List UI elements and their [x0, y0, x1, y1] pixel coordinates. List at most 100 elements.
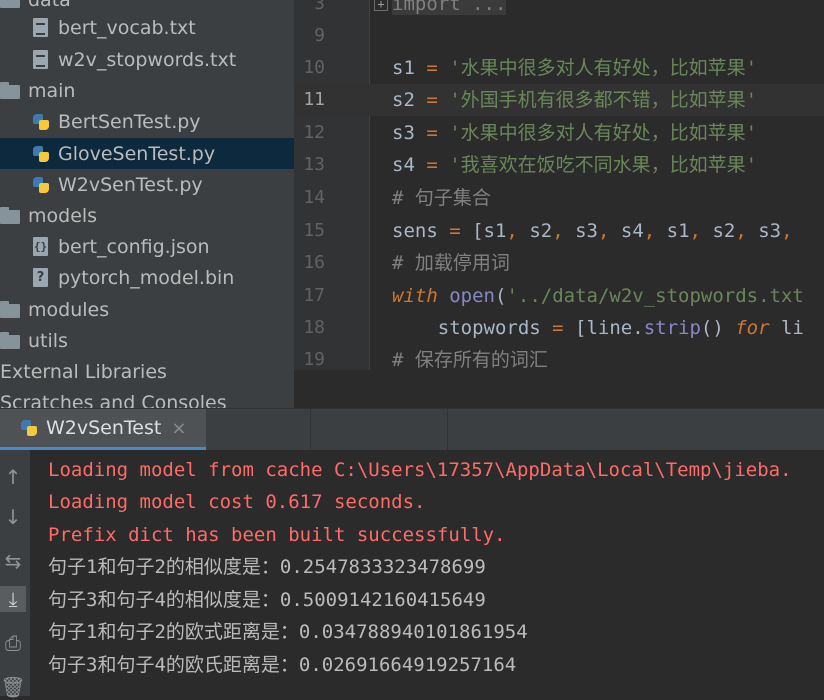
line-number: 16 — [303, 252, 325, 273]
line-number: 17 — [303, 285, 325, 306]
code-line[interactable]: # 加载停用词 — [392, 247, 510, 279]
code-token: with — [392, 285, 438, 307]
code-line[interactable]: s3 = '水果中很多对人有好处，比如苹果' — [392, 117, 757, 149]
text-file-icon — [30, 17, 52, 39]
code-token: = — [449, 220, 461, 242]
tree-item-label: models — [28, 204, 98, 227]
tab-w2vsentest[interactable]: W2vSenTest × — [0, 409, 206, 451]
line-number: 13 — [303, 154, 325, 175]
json-file-icon: {} — [30, 236, 52, 258]
console-line: 句子3和句子4的相似度是：0.5009142160415649 — [48, 589, 486, 611]
code-line[interactable]: # 保存所有的词汇 — [392, 344, 548, 376]
code-token: s3 — [746, 220, 782, 242]
code-token: = — [426, 122, 438, 144]
tree-item[interactable]: {} bert_config.json — [0, 231, 294, 262]
tree-item[interactable]: modules — [0, 294, 294, 325]
scroll-to-end-icon[interactable]: ⤓ — [0, 586, 26, 612]
tree-item[interactable]: GloveSenTest.py — [0, 138, 294, 169]
code-token: stopwords — [392, 317, 553, 339]
tree-item-label: BertSenTest.py — [58, 110, 201, 133]
console-line: Loading model cost 0.617 seconds. — [48, 491, 426, 513]
tree-item[interactable]: utils — [0, 325, 294, 356]
code-token: , — [781, 220, 793, 242]
tree-item[interactable]: External Libraries — [0, 356, 294, 387]
code-token: = — [426, 89, 438, 111]
soft-wrap-icon[interactable]: ⇆ — [0, 548, 26, 574]
code-token: , — [689, 220, 701, 242]
code-token: open — [449, 285, 495, 307]
folder-icon — [0, 80, 22, 102]
code-line[interactable]: with open('../data/w2v_stopwords.txt — [392, 280, 804, 312]
tree-item-label: W2vSenTest.py — [58, 173, 203, 196]
tree-item-label: main — [28, 79, 76, 102]
tree-item[interactable]: models — [0, 200, 294, 231]
editor-empty-area — [294, 370, 824, 408]
code-token: [s1 — [460, 220, 507, 242]
code-line[interactable]: stopwords = [line.strip() for li — [392, 312, 804, 344]
code-token: = — [552, 317, 564, 339]
tree-item-label: bert_config.json — [58, 235, 210, 258]
line-number: 19 — [303, 349, 325, 370]
line-number: 11 — [303, 89, 325, 110]
folder-icon — [0, 330, 22, 352]
code-token: # 加载停用词 — [392, 252, 510, 274]
code-token: = — [426, 154, 438, 176]
code-token: s3 — [392, 122, 427, 144]
code-token: '我喜欢在饭吃不同水果，比如苹果' — [437, 154, 758, 176]
delete-icon[interactable]: 🗑 — [0, 674, 26, 700]
python-file-icon — [30, 143, 52, 165]
code-line[interactable]: s1 = '水果中很多对人有好处，比如苹果' — [392, 52, 757, 84]
arrow-up-icon[interactable]: ↑ — [0, 464, 26, 490]
code-token: , — [643, 220, 656, 242]
header-divider — [447, 409, 448, 451]
run-tool-window-header: W2vSenTest × — [0, 408, 824, 451]
code-token: s1 — [392, 57, 427, 79]
code-line[interactable]: sens = [s1, s2, s3, s4, s1, s2, s3, — [392, 215, 793, 247]
code-token: s2 — [701, 220, 736, 242]
python-file-icon — [18, 417, 40, 439]
code-line[interactable]: s4 = '我喜欢在饭吃不同水果，比如苹果' — [392, 149, 757, 181]
text-file-icon — [30, 49, 52, 71]
line-number: 9 — [314, 25, 325, 46]
code-line[interactable]: s2 = '外国手机有很多都不错，比如苹果' — [392, 84, 757, 116]
tree-item[interactable]: W2vSenTest.py — [0, 169, 294, 200]
code-token: = — [426, 57, 438, 79]
close-icon[interactable]: × — [171, 418, 186, 439]
console-line: Loading model from cache C:\Users\17357\… — [48, 459, 792, 481]
print-icon[interactable]: ⎙ — [0, 630, 26, 656]
code-token: s4 — [609, 220, 644, 242]
tree-item[interactable]: bert_vocab.txt — [0, 12, 294, 43]
console-line: 句子1和句子2的相似度是：0.2547833323478699 — [48, 556, 486, 578]
tree-item-label: GloveSenTest.py — [58, 142, 216, 165]
arrow-down-icon[interactable]: ↓ — [0, 504, 26, 530]
tree-item-label: pytorch_model.bin — [58, 266, 235, 289]
header-divider — [310, 409, 311, 451]
python-file-icon — [30, 174, 52, 196]
line-number: 15 — [303, 220, 325, 241]
tree-item-label: modules — [28, 298, 110, 321]
line-number: 12 — [303, 122, 325, 143]
code-token: strip — [643, 317, 701, 339]
tree-item[interactable]: main — [0, 75, 294, 106]
code-line[interactable]: import ... — [392, 0, 507, 20]
code-token: '外国手机有很多都不错，比如苹果' — [437, 89, 758, 111]
line-number: 14 — [303, 187, 325, 208]
tree-item[interactable]: w2v_stopwords.txt — [0, 44, 294, 75]
code-token: for — [735, 317, 770, 339]
run-tab-label: W2vSenTest — [46, 417, 162, 439]
code-token: , — [735, 220, 747, 242]
code-token: , — [506, 220, 518, 242]
code-line[interactable]: # 句子集合 — [392, 182, 491, 214]
tree-item-label: utils — [28, 329, 68, 352]
tree-item[interactable]: Scratches and Consoles — [0, 387, 294, 409]
code-token: s1 — [655, 220, 690, 242]
fold-toggle-icon[interactable]: + — [374, 0, 388, 11]
tree-item[interactable]: BertSenTest.py — [0, 106, 294, 137]
tree-item[interactable]: ? pytorch_model.bin — [0, 262, 294, 293]
code-token: # 保存所有的词汇 — [392, 349, 548, 371]
folder-icon — [0, 205, 22, 227]
tree-item-label: w2v_stopwords.txt — [58, 48, 237, 71]
code-token: s2 — [392, 89, 427, 111]
console-line: 句子1和句子2的欧式距离是：0.03478894010186195​4 — [48, 621, 528, 643]
